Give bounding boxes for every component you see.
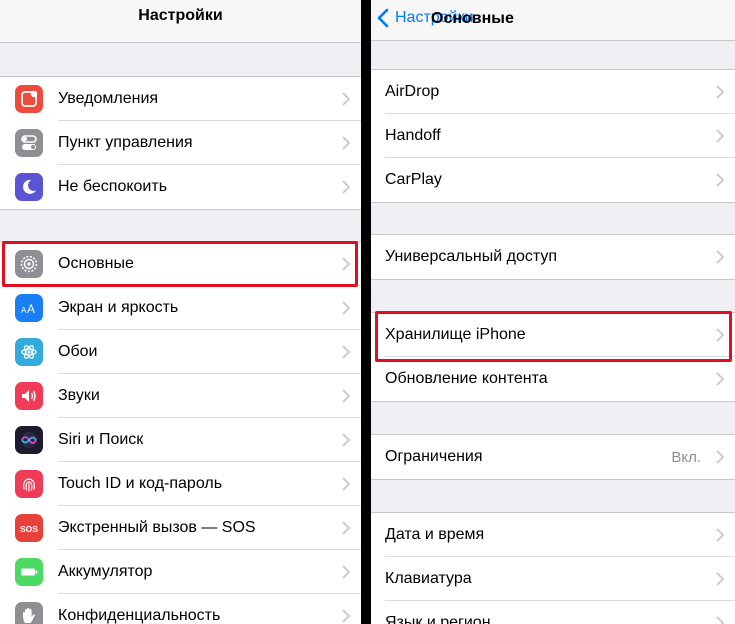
svg-text:A: A	[27, 302, 35, 316]
row-label: Siri и Поиск	[58, 431, 144, 448]
settings-group: AirDrop Handoff CarPlay	[371, 69, 735, 203]
chevron-right-icon	[716, 129, 725, 143]
settings-row-0-0[interactable]: AirDrop	[371, 70, 735, 114]
settings-row-4-1[interactable]: Клавиатура	[371, 557, 735, 601]
fingerprint-icon	[15, 470, 43, 498]
settings-row-1-4[interactable]: Siri и Поиск	[0, 418, 361, 462]
settings-row-0-0[interactable]: Уведомления	[0, 77, 361, 121]
settings-row-1-1[interactable]: A A Экран и яркость	[0, 286, 361, 330]
moon-icon	[15, 173, 43, 201]
row-label: Основные	[58, 255, 134, 272]
row-label: Touch ID и код-пароль	[58, 475, 223, 492]
settings-group: Основные A A Экран и яркость Обои Звуки Siri и…	[0, 241, 361, 624]
settings-row-1-3[interactable]: Звуки	[0, 374, 361, 418]
row-label: Дата и время	[385, 526, 485, 543]
settings-row-4-0[interactable]: Дата и время	[371, 513, 735, 557]
row-label: Handoff	[385, 127, 441, 144]
row-label: Ограничения	[385, 448, 483, 465]
chevron-right-icon	[716, 85, 725, 99]
settings-group: Ограничения Вкл.	[371, 434, 735, 480]
chevron-right-icon	[342, 136, 351, 150]
wallpaper-icon	[15, 338, 43, 366]
row-label: CarPlay	[385, 171, 442, 188]
settings-row-1-0[interactable]: Основные	[0, 242, 361, 286]
chevron-right-icon	[716, 450, 725, 464]
chevron-right-icon	[342, 565, 351, 579]
settings-row-4-2[interactable]: Язык и регион	[371, 601, 735, 624]
battery-icon	[15, 558, 43, 586]
row-label: Язык и регион	[385, 614, 491, 624]
control-center-icon	[15, 129, 43, 157]
siri-icon	[15, 426, 43, 454]
chevron-right-icon	[716, 372, 725, 386]
settings-row-0-1[interactable]: Handoff	[371, 114, 735, 158]
settings-row-1-7[interactable]: Аккумулятор	[0, 550, 361, 594]
row-label: Универсальный доступ	[385, 248, 558, 265]
chevron-right-icon	[716, 328, 725, 342]
row-label: Обои	[58, 343, 98, 360]
settings-row-2-0[interactable]: Хранилище iPhone	[371, 313, 735, 357]
display-brightness-icon: AA	[15, 294, 43, 322]
row-label: Звуки	[58, 387, 100, 404]
chevron-right-icon	[342, 301, 351, 315]
settings-row-1-5[interactable]: Touch ID и код-пароль	[0, 462, 361, 506]
chevron-right-icon	[716, 250, 725, 264]
chevron-right-icon	[342, 180, 351, 194]
row-label: Пункт управления	[58, 134, 193, 151]
hand-icon	[15, 602, 43, 624]
row-label: Конфиденциальность	[58, 607, 221, 624]
speaker-icon	[15, 382, 43, 410]
settings-group: Уведомления Пункт управления Не беспокоить	[0, 76, 361, 210]
chevron-right-icon	[342, 92, 351, 106]
chevron-right-icon	[342, 609, 351, 623]
chevron-right-icon	[716, 173, 725, 187]
settings-group: Дата и время Клавиатура Язык и регион	[371, 512, 735, 624]
settings-row-2-1[interactable]: Обновление контента	[371, 357, 735, 401]
settings-row-1-6[interactable]: SOS Экстренный вызов — SOS	[0, 506, 361, 550]
settings-group: Универсальный доступ	[371, 234, 735, 280]
chevron-right-icon	[342, 433, 351, 447]
row-label: Не беспокоить	[58, 178, 168, 195]
chevron-right-icon	[342, 257, 351, 271]
chevron-right-icon	[342, 477, 351, 491]
general-panel: Настройки Основные AirDrop Handoff CarPlay…	[371, 0, 735, 624]
settings-navbar: Настройки	[0, 0, 361, 43]
settings-row-1-2[interactable]: Обои	[0, 330, 361, 374]
row-label: Клавиатура	[385, 570, 472, 587]
chevron-right-icon	[716, 528, 725, 542]
page-title: Настройки	[138, 7, 223, 24]
chevron-right-icon	[342, 521, 351, 535]
settings-panel: Настройки Уведомления Пункт управления Не …	[0, 0, 361, 624]
chevron-right-icon	[716, 572, 725, 586]
row-label: AirDrop	[385, 83, 440, 100]
svg-text:SOS: SOS	[20, 524, 38, 534]
chevron-right-icon	[716, 616, 725, 624]
settings-group: Хранилище iPhone Обновление контента	[371, 312, 735, 402]
general-navbar: Настройки Основные	[371, 0, 735, 41]
settings-row-3-0[interactable]: Ограничения Вкл.	[371, 435, 735, 479]
gear-icon	[15, 250, 43, 278]
settings-row-0-2[interactable]: CarPlay	[371, 158, 735, 202]
settings-row-1-0[interactable]: Универсальный доступ	[371, 235, 735, 279]
row-label: Экстренный вызов — SOS	[58, 519, 256, 536]
settings-row-0-2[interactable]: Не беспокоить	[0, 165, 361, 209]
row-label: Экран и яркость	[58, 299, 179, 316]
chevron-right-icon	[342, 389, 351, 403]
row-label: Уведомления	[58, 90, 159, 107]
chevron-right-icon	[342, 345, 351, 359]
notifications-icon	[15, 85, 43, 113]
page-title: Основные	[431, 10, 514, 27]
row-value: Вкл.	[671, 448, 701, 466]
sos-icon: SOS	[15, 514, 43, 542]
chevron-left-icon	[377, 8, 393, 28]
settings-row-1-8[interactable]: Конфиденциальность	[0, 594, 361, 624]
row-label: Аккумулятор	[58, 563, 153, 580]
settings-row-0-1[interactable]: Пункт управления	[0, 121, 361, 165]
row-label: Обновление контента	[385, 370, 548, 387]
row-label: Хранилище iPhone	[385, 326, 526, 343]
